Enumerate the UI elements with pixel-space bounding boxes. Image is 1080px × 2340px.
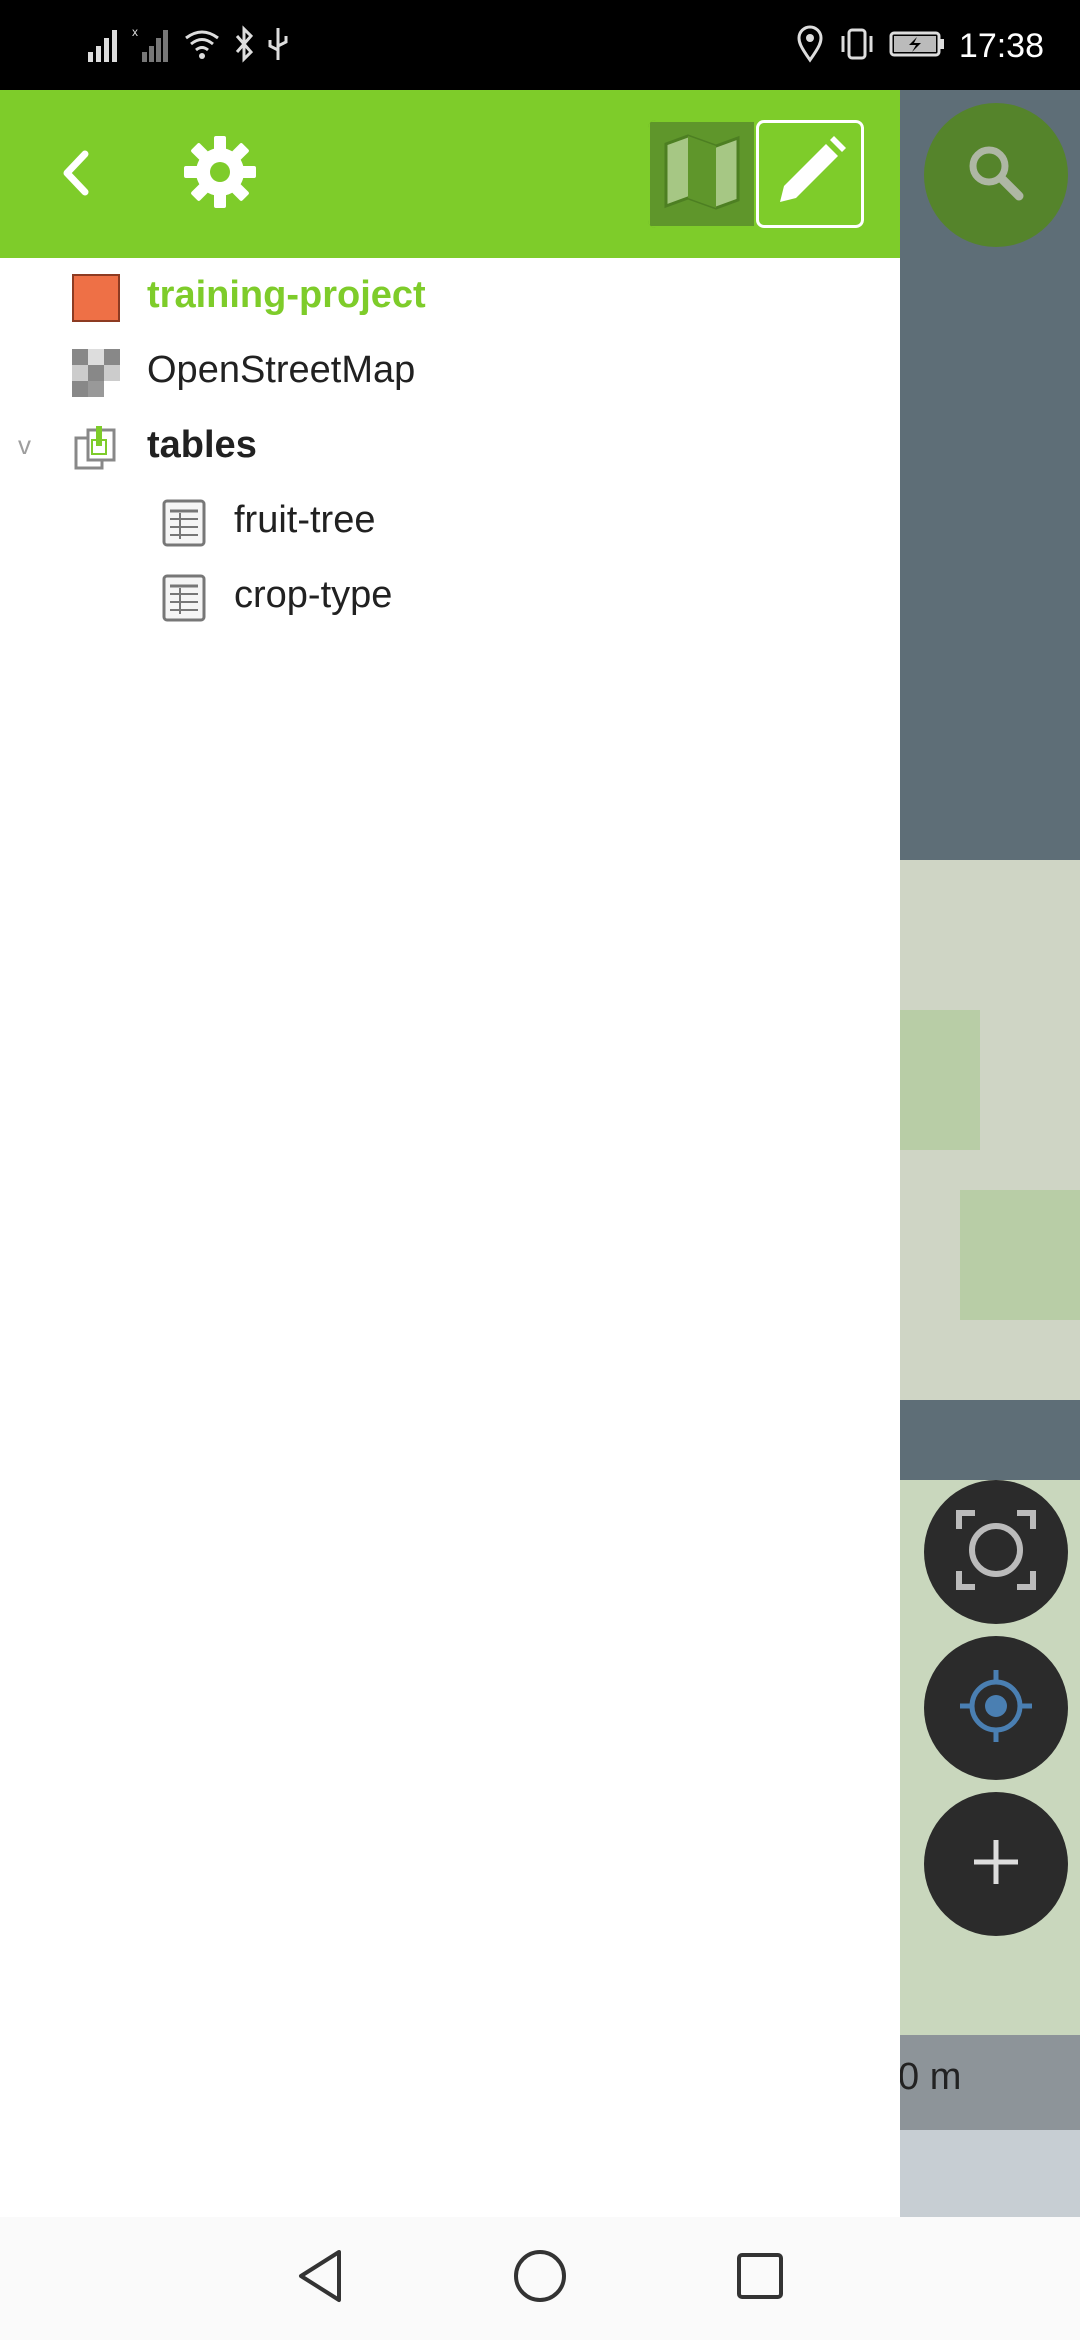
project-label: training-project (147, 274, 426, 316)
search-icon (961, 138, 1031, 213)
status-icons-left: x (86, 24, 290, 69)
zoom-extent-button[interactable] (924, 1480, 1068, 1624)
vibrate-icon (837, 24, 877, 69)
chevron-left-icon (55, 148, 95, 203)
layer-tree: training-project OpenStreetMap v tables (0, 258, 900, 633)
edit-mode-button[interactable] (756, 120, 864, 228)
back-button[interactable] (40, 140, 110, 210)
group-layer-icon (72, 424, 120, 472)
layer-row-table[interactable]: crop-type (0, 558, 900, 633)
map-green-area (960, 1190, 1080, 1320)
expand-toggle[interactable]: v (18, 430, 31, 461)
wifi-icon (182, 24, 222, 69)
settings-button[interactable] (180, 134, 260, 214)
map-green-area (900, 1010, 980, 1150)
table-icon (160, 499, 208, 547)
status-bar: x 17:38 (0, 0, 1080, 90)
usb-icon (266, 24, 290, 69)
app-root: x 17:38 0 m training-project OpenStreetM… (0, 0, 1080, 2340)
nav-home-button[interactable] (510, 2249, 570, 2309)
location-icon (795, 24, 825, 69)
system-nav-bar (0, 2217, 1080, 2340)
nav-home-icon (512, 2248, 568, 2309)
project-color-icon (72, 274, 120, 322)
scale-bar (900, 2130, 1080, 2217)
layer-row-table[interactable]: fruit-tree (0, 483, 900, 558)
nav-back-icon (295, 2248, 345, 2309)
layer-row-basemap[interactable]: OpenStreetMap (0, 333, 900, 408)
search-button[interactable] (924, 103, 1068, 247)
group-label: tables (147, 424, 257, 466)
map-mode-button[interactable] (648, 120, 756, 228)
bluetooth-icon (232, 24, 256, 69)
mode-toggle (648, 120, 864, 228)
signal-no-sim-icon: x (132, 24, 172, 69)
map-icon (660, 130, 744, 219)
gps-icon (956, 1666, 1036, 1751)
drawer-header (0, 90, 900, 258)
table-icon (160, 574, 208, 622)
nav-back-button[interactable] (290, 2249, 350, 2309)
plus-icon (966, 1832, 1026, 1897)
battery-charging-icon (889, 24, 947, 69)
raster-layer-icon (72, 349, 120, 397)
table-label: crop-type (234, 574, 393, 616)
pencil-icon (770, 132, 850, 217)
gear-icon (182, 134, 258, 215)
svg-text:x: x (132, 25, 138, 39)
table-label: fruit-tree (234, 499, 376, 541)
nav-recents-button[interactable] (730, 2249, 790, 2309)
signal-icon (86, 24, 122, 69)
scale-label: 0 m (898, 2056, 962, 2098)
layer-row-group[interactable]: v tables (0, 408, 900, 483)
add-button[interactable] (924, 1792, 1068, 1936)
zoom-extent-icon (951, 1505, 1041, 1600)
layer-row-project[interactable]: training-project (0, 258, 900, 333)
status-time: 17:38 (958, 27, 1044, 65)
layer-drawer: training-project OpenStreetMap v tables (0, 90, 900, 2217)
nav-recents-icon (735, 2251, 785, 2306)
status-icons-right: 17:38 (795, 24, 1044, 69)
gps-button[interactable] (924, 1636, 1068, 1780)
basemap-label: OpenStreetMap (147, 349, 416, 391)
